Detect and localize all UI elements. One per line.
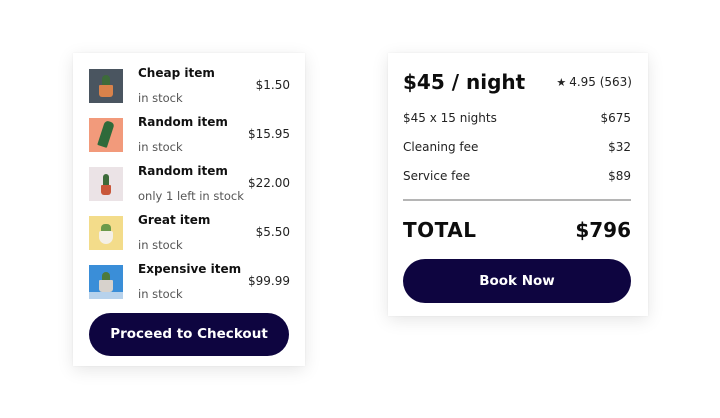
item-price: $15.95: [248, 127, 290, 141]
product-thumbnail[interactable]: [89, 118, 123, 152]
item-name[interactable]: Expensive item: [138, 262, 241, 276]
star-icon: ★: [556, 76, 567, 89]
book-now-button[interactable]: Book Now: [403, 259, 631, 303]
cart-item[interactable]: Great item in stock $5.50: [89, 213, 290, 256]
price-per-night: $45 / night: [403, 70, 526, 94]
plant-icon: [97, 120, 115, 148]
item-name[interactable]: Random item: [138, 115, 228, 129]
pot-icon: [99, 231, 113, 244]
item-stock: only 1 left in stock: [138, 189, 244, 203]
pot-icon: [101, 185, 111, 195]
fee-value: $89: [608, 169, 631, 183]
product-thumbnail[interactable]: [89, 216, 123, 250]
product-thumbnail[interactable]: [89, 265, 123, 299]
fee-label: $45 x 15 nights: [403, 111, 497, 125]
item-stock: in stock: [138, 91, 183, 105]
fee-label: Cleaning fee: [403, 140, 479, 154]
fee-row: Cleaning fee $32: [403, 140, 631, 156]
fee-value: $675: [600, 111, 631, 125]
cart-card: Cheap item in stock $1.50 Random item in…: [73, 53, 305, 366]
item-stock: in stock: [138, 287, 183, 301]
total-label: TOTAL: [403, 218, 477, 242]
pot-icon: [99, 85, 113, 97]
rating: ★ 4.95 (563): [556, 75, 632, 89]
cart-item[interactable]: Cheap item in stock $1.50: [89, 66, 290, 109]
item-price: $99.99: [248, 274, 290, 288]
fee-row: $45 x 15 nights $675: [403, 111, 631, 127]
total-value: $796: [575, 218, 631, 242]
item-price: $22.00: [248, 176, 290, 190]
item-name[interactable]: Cheap item: [138, 66, 215, 80]
divider: [403, 199, 631, 201]
item-name[interactable]: Random item: [138, 164, 228, 178]
booking-card: $45 / night ★ 4.95 (563) $45 x 15 nights …: [388, 53, 648, 316]
product-thumbnail[interactable]: [89, 69, 123, 103]
fee-label: Service fee: [403, 169, 471, 183]
item-name[interactable]: Great item: [138, 213, 210, 227]
fee-value: $32: [608, 140, 631, 154]
total-row: TOTAL $796: [403, 217, 631, 245]
cart-item[interactable]: Random item in stock $15.95: [89, 115, 290, 158]
item-stock: in stock: [138, 140, 183, 154]
product-thumbnail[interactable]: [89, 167, 123, 201]
checkout-button[interactable]: Proceed to Checkout: [89, 313, 289, 356]
pot-icon: [99, 280, 113, 292]
rating-value: 4.95 (563): [569, 75, 632, 89]
item-price: $5.50: [255, 225, 290, 239]
item-stock: in stock: [138, 238, 183, 252]
fee-row: Service fee $89: [403, 169, 631, 185]
cart-item[interactable]: Expensive item in stock $99.99: [89, 262, 290, 305]
table-shape: [89, 292, 123, 299]
item-price: $1.50: [255, 78, 290, 92]
cart-item[interactable]: Random item only 1 left in stock $22.00: [89, 164, 290, 207]
